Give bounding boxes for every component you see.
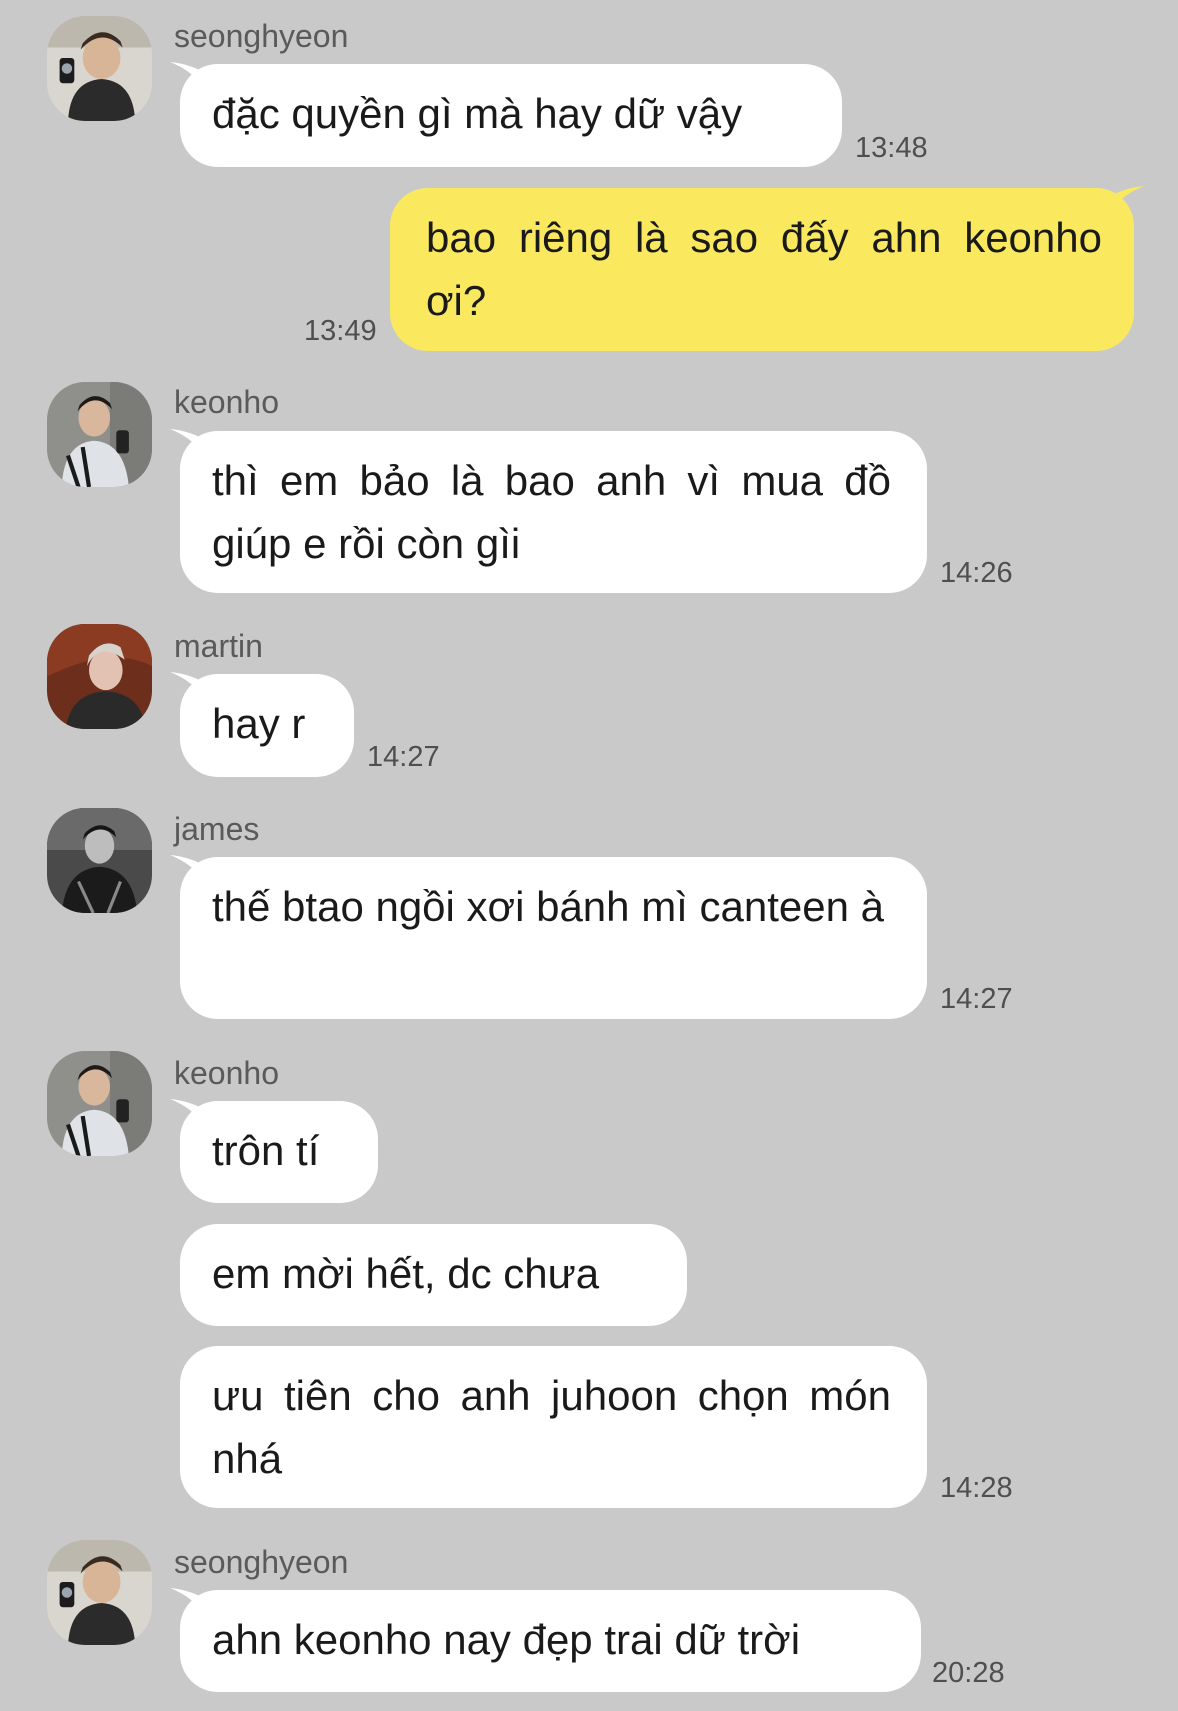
bubble-tail [170, 1099, 210, 1133]
message-text: hay r [212, 700, 306, 747]
message-bubble[interactable]: em mời hết, dc chưa [180, 1224, 687, 1326]
message-time: 14:27 [940, 983, 1013, 1015]
sender-name: martin [174, 628, 263, 664]
keonho-avatar-icon [47, 382, 152, 487]
sender-name: keonho [174, 384, 279, 420]
message-text: ahn keonho nay đẹp trai dữ trời [212, 1616, 801, 1663]
keonho-avatar-icon [47, 1051, 152, 1156]
message-text: đặc quyền gì mà hay dữ vậy [212, 90, 743, 137]
bubble-tail [1104, 186, 1144, 220]
bubble-tail [170, 62, 210, 96]
message-time: 14:26 [940, 557, 1013, 589]
sender-name: james [174, 811, 260, 847]
message-time: 20:28 [932, 1657, 1005, 1689]
message-bubble[interactable]: ahn keonho nay đẹp trai dữ trời [170, 1588, 921, 1692]
bubble-tail [170, 855, 210, 889]
message-bubble[interactable]: thế btao ngồi xơi bánh mì canteen à [170, 855, 927, 1019]
message-time: 13:48 [855, 132, 928, 164]
avatar[interactable] [47, 808, 152, 913]
message-bubble[interactable]: ưu tiên cho anh juhoon chọn món nhá [180, 1346, 927, 1508]
seonghyeon-avatar-icon [47, 16, 152, 121]
message-text: trôn tí [212, 1127, 320, 1174]
bubble-tail [170, 1588, 210, 1622]
sender-name: seonghyeon [174, 1544, 349, 1580]
avatar[interactable] [47, 1051, 152, 1156]
message-text: bao riêng là sao đấy ahn keonho ơi? [426, 214, 1102, 324]
james-avatar-icon [47, 808, 152, 913]
message-text: em mời hết, dc chưa [212, 1250, 600, 1297]
message-text: thế btao ngồi xơi bánh mì canteen à [212, 883, 884, 930]
martin-avatar-icon [47, 624, 152, 729]
my-message-bubble[interactable]: bao riêng là sao đấy ahn keonho ơi? [390, 186, 1144, 351]
seonghyeon-avatar-icon [47, 1540, 152, 1645]
bubble-tail [170, 672, 210, 706]
message-bubble[interactable]: thì em bảo là bao anh vì mua đồ giúp e r… [170, 429, 927, 593]
sender-name: seonghyeon [174, 18, 349, 54]
avatar[interactable] [47, 624, 152, 729]
message-bubble[interactable]: hay r [170, 672, 354, 777]
bubble-tail [170, 429, 210, 463]
message-time: 14:27 [367, 741, 440, 773]
avatar[interactable] [47, 16, 152, 121]
message-text: ưu tiên cho anh juhoon chọn món nhá [212, 1372, 891, 1482]
message-time: 14:28 [940, 1472, 1013, 1504]
message-bubble[interactable]: trôn tí [170, 1099, 378, 1203]
sender-name: keonho [174, 1055, 279, 1091]
avatar[interactable] [47, 382, 152, 487]
message-time: 13:49 [304, 315, 377, 347]
message-bubble[interactable]: đặc quyền gì mà hay dữ vậy [170, 62, 842, 167]
avatar[interactable] [47, 1540, 152, 1645]
message-text: thì em bảo là bao anh vì mua đồ giúp e r… [212, 457, 891, 567]
